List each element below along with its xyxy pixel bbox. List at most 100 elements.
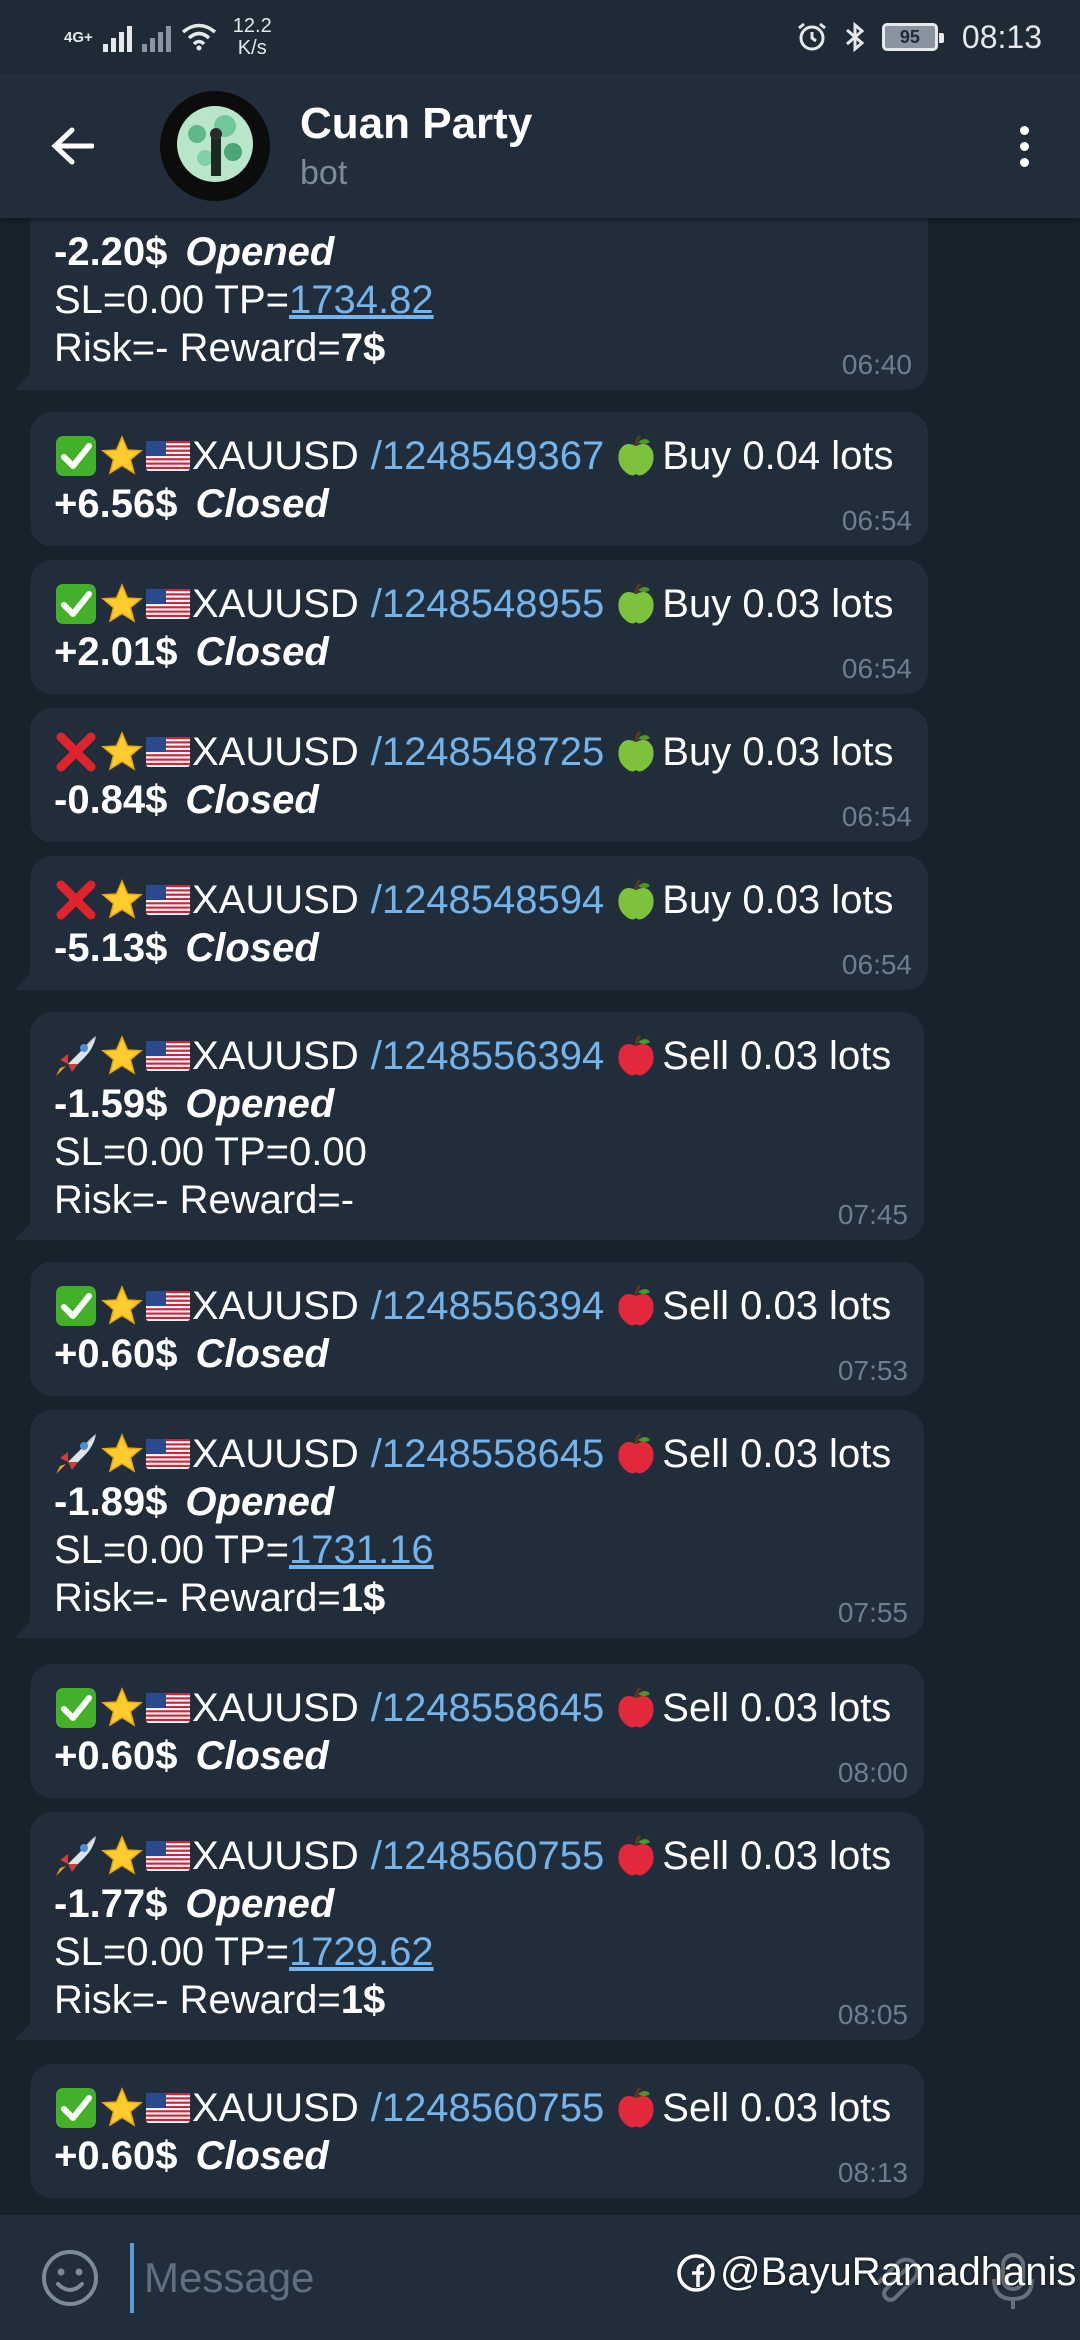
message-pnl-line: +0.60$ Closed: [54, 1732, 900, 1780]
check-mark-icon: [56, 436, 96, 476]
message-bubble[interactable]: XAUUSD/1248548955 Buy 0.03 lots +2.01$ Clos…: [30, 560, 928, 694]
message-bubble[interactable]: XAUUSD/1248558645 Sell 0.03 lots +0.60$ Clo…: [30, 1664, 924, 1798]
ticket-command[interactable]: /1248558645: [371, 1430, 605, 1478]
red-apple-icon: [618, 1686, 654, 1728]
ticket-command[interactable]: /1248560755: [371, 1832, 605, 1880]
us-flag-icon: [146, 2093, 190, 2123]
cross-mark-icon: [56, 880, 96, 920]
message-sl-line: SL=0.00 TP=0.00: [54, 1128, 900, 1176]
star-icon: [101, 435, 143, 475]
pnl-value: +0.60$: [54, 1734, 178, 1778]
symbol: XAUUSD: [192, 1432, 359, 1476]
check-mark-icon: [56, 1286, 96, 1326]
ticket-command[interactable]: /1248556394: [371, 1282, 605, 1330]
message-bubble[interactable]: XAUUSD/1248556394 Sell 0.03 lots -1.59$ Ope…: [30, 1012, 924, 1240]
us-flag-icon: [146, 1041, 190, 1071]
message-risk-line: Risk=- Reward= 1$: [54, 1976, 900, 2024]
message-header-line: XAUUSD/1248558645 Sell 0.03 lots: [54, 1430, 900, 1478]
back-button[interactable]: [36, 110, 108, 182]
us-flag-icon: [146, 1693, 190, 1723]
trade-side: Sell 0.03 lots: [662, 1034, 892, 1078]
smiley-icon[interactable]: [38, 2246, 102, 2310]
message-bubble[interactable]: XAUUSD/1248549367 Buy 0.04 lots +6.56$ Clos…: [30, 412, 928, 546]
message-sl-line: SL=0.00 TP= 1734.82: [54, 276, 904, 324]
message-pnl-line: -5.13$ Closed: [54, 924, 904, 972]
message-list[interactable]: -2.20$ Opened SL=0.00 TP= 1734.82 Risk=- Rew…: [0, 0, 1080, 2215]
star-icon: [101, 879, 143, 919]
message-header-line: XAUUSD/1248549367 Buy 0.04 lots: [54, 432, 904, 480]
message-sl-line: SL=0.00 TP= 1731.16: [54, 1526, 900, 1574]
red-apple-icon: [618, 1284, 654, 1326]
message-pnl-line: +0.60$ Closed: [54, 2132, 900, 2180]
star-icon: [101, 1285, 143, 1325]
ticket-command[interactable]: /1248548955: [371, 580, 605, 628]
tp-link[interactable]: 1734.82: [289, 276, 434, 324]
message-bubble[interactable]: XAUUSD/1248560755 Sell 0.03 lots -1.77$ Ope…: [30, 1812, 924, 2040]
trade-state: Opened: [185, 230, 335, 274]
message-time: 07:53: [837, 1355, 908, 1386]
ticket-command[interactable]: /1248556394: [371, 1032, 605, 1080]
message-time: 08:00: [837, 1757, 908, 1788]
pnl-value: -5.13$: [54, 926, 168, 970]
ticket-command[interactable]: /1248549367: [371, 432, 605, 480]
ticket-command[interactable]: /1248548725: [371, 728, 605, 776]
ticket-command[interactable]: /1248548594: [371, 876, 605, 924]
pnl-value: -1.89$: [54, 1480, 168, 1524]
ticket-command[interactable]: /1248560755: [371, 2084, 605, 2132]
pnl-value: +0.60$: [54, 1332, 178, 1376]
sl-text: SL=0.00 TP=: [54, 278, 289, 322]
message-header-line: XAUUSD/1248560755 Sell 0.03 lots: [54, 1832, 900, 1880]
pnl-value: +6.56$: [54, 482, 178, 526]
us-flag-icon: [146, 1841, 190, 1871]
message-time: 07:55: [837, 1597, 908, 1628]
symbol: XAUUSD: [192, 878, 359, 922]
reward-value: 7$: [340, 326, 386, 370]
rocket-icon: [56, 1434, 96, 1474]
message-risk-line: Risk=- Reward= 1$: [54, 1574, 900, 1622]
symbol: XAUUSD: [192, 2086, 359, 2130]
sl-text: SL=0.00 TP=: [54, 1930, 289, 1974]
green-apple-icon: [618, 730, 654, 772]
star-icon: [101, 1433, 143, 1473]
message-time: 06:54: [841, 949, 912, 980]
check-mark-icon: [56, 2088, 96, 2128]
chat-header: Cuan Party bot: [0, 74, 1080, 218]
trade-state: Closed: [195, 630, 329, 674]
message-header-line: XAUUSD/1248548725 Buy 0.03 lots: [54, 728, 904, 776]
message-time: 06:54: [841, 505, 912, 536]
more-vertical-icon: [1019, 125, 1029, 135]
message-time: 08:13: [837, 2157, 908, 2188]
facebook-logo-icon: [677, 2253, 715, 2292]
trade-side: Sell 0.03 lots: [662, 1834, 892, 1878]
menu-button[interactable]: [1004, 106, 1044, 186]
message-pnl-line: -1.89$ Opened: [54, 1478, 900, 1526]
trade-state: Closed: [195, 482, 329, 526]
ticket-command[interactable]: /1248558645: [371, 1684, 605, 1732]
message-time: 07:45: [837, 1199, 908, 1230]
symbol: XAUUSD: [192, 434, 359, 478]
trade-state: Closed: [195, 1332, 329, 1376]
tp-link[interactable]: 1731.16: [289, 1526, 434, 1574]
message-pnl-line: +6.56$ Closed: [54, 480, 904, 528]
trade-side: Sell 0.03 lots: [662, 2086, 892, 2130]
trade-side: Sell 0.03 lots: [662, 1686, 892, 1730]
avatar[interactable]: [160, 91, 270, 201]
tp-link[interactable]: 1729.62: [289, 1928, 434, 1976]
chat-info[interactable]: Cuan Party bot: [300, 97, 532, 195]
pnl-value: -2.20$: [54, 230, 168, 274]
message-bubble[interactable]: XAUUSD/1248558645 Sell 0.03 lots -1.89$ Ope…: [30, 1410, 924, 1638]
message-bubble[interactable]: XAUUSD/1248556394 Sell 0.03 lots +0.60$ Clo…: [30, 1262, 924, 1396]
risk-text: Risk=- Reward=: [54, 326, 341, 370]
message-bubble[interactable]: XAUUSD/1248548725 Buy 0.03 lots -0.84$ Clos…: [30, 708, 928, 842]
pnl-value: +2.01$: [54, 630, 178, 674]
message-bubble[interactable]: XAUUSD/1248560755 Sell 0.03 lots +0.60$ Clo…: [30, 2064, 924, 2198]
message-sl-line: SL=0.00 TP= 1729.62: [54, 1928, 900, 1976]
message-pnl-line: +0.60$ Closed: [54, 1330, 900, 1378]
red-apple-icon: [618, 1834, 654, 1876]
message-bubble[interactable]: XAUUSD/1248548594 Buy 0.03 lots -5.13$ Clos…: [30, 856, 928, 990]
message-header-line: XAUUSD/1248556394 Sell 0.03 lots: [54, 1282, 900, 1330]
trade-side: Buy 0.04 lots: [662, 434, 894, 478]
message-input[interactable]: [130, 2242, 690, 2313]
rocket-icon: [56, 1036, 96, 1076]
sl-text: SL=0.00 TP=0.00: [54, 1130, 367, 1174]
